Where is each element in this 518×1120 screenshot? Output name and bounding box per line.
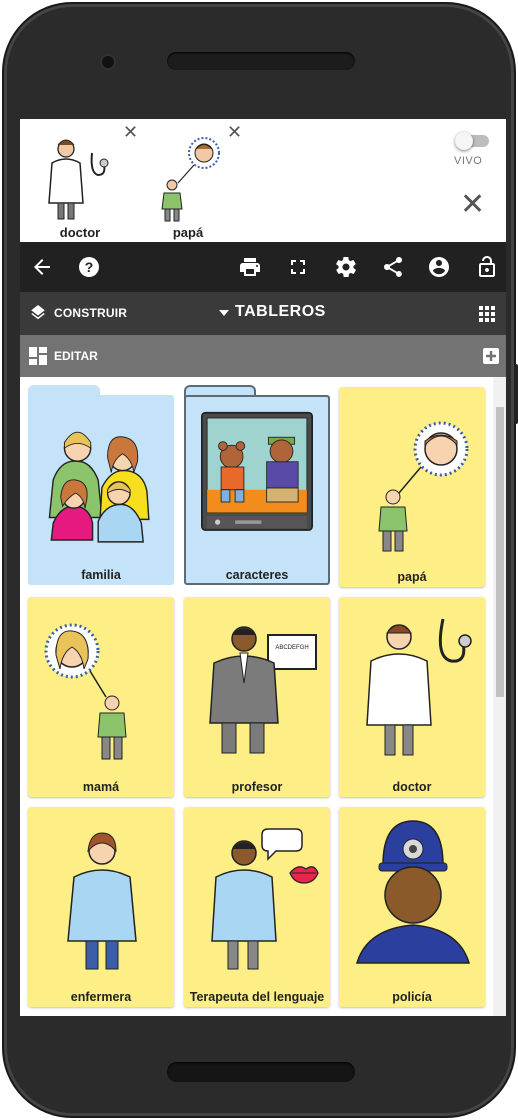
- lock-icon[interactable]: [475, 255, 499, 279]
- caret-down-icon[interactable]: [219, 310, 229, 316]
- remove-papa-close-icon[interactable]: ✕: [227, 123, 242, 141]
- account-icon[interactable]: [427, 255, 451, 279]
- layers-icon[interactable]: [29, 305, 47, 323]
- live-toggle-label: VIVO: [454, 155, 483, 167]
- toggle-knob: [455, 132, 473, 150]
- alphabet-sign-text: ABCDEFGH: [275, 645, 308, 651]
- live-toggle[interactable]: [455, 132, 489, 150]
- phone-frame: doctor ✕ papá ✕ VIVO ✕ ? CONSTRUIR TABLE…: [2, 2, 518, 1118]
- dashboard-icon[interactable]: [29, 347, 47, 365]
- tv-characters-icon: [201, 411, 313, 531]
- clear-sentence-close-icon[interactable]: ✕: [460, 190, 485, 220]
- apps-grid-icon[interactable]: [479, 306, 495, 322]
- speech-therapist-symbol-icon: [211, 828, 319, 970]
- tile-label: policía: [392, 990, 432, 1004]
- doctor-symbol-icon: [366, 618, 472, 756]
- build-button[interactable]: CONSTRUIR: [54, 306, 127, 320]
- back-arrow-icon[interactable]: [30, 255, 54, 279]
- tile-doctor[interactable]: doctor: [339, 597, 485, 797]
- volume-button: [514, 364, 518, 424]
- edit-bar: EDITAR: [20, 335, 506, 377]
- edit-button[interactable]: EDITAR: [54, 349, 98, 363]
- sentence-item-doctor[interactable]: doctor: [25, 125, 135, 240]
- papa-symbol-icon: [161, 137, 220, 222]
- nurse-symbol-icon: [67, 832, 137, 970]
- print-icon[interactable]: [238, 255, 262, 279]
- bottom-speaker: [167, 1062, 355, 1082]
- sentence-bar[interactable]: doctor ✕ papá ✕ VIVO ✕: [20, 119, 506, 242]
- tile-caracteres[interactable]: caracteres: [184, 385, 330, 585]
- papa-symbol-icon: [378, 421, 469, 552]
- tile-mama[interactable]: mamá: [28, 597, 174, 797]
- share-icon[interactable]: [381, 255, 405, 279]
- board-grid: familia caracteres papá mamá ABCDEFGH pr…: [20, 377, 506, 1016]
- help-icon[interactable]: ?: [77, 255, 101, 279]
- tile-policia[interactable]: policía: [339, 807, 485, 1007]
- tile-label: caracteres: [225, 568, 289, 582]
- sentence-item-papa[interactable]: papá: [133, 125, 243, 240]
- earpiece-speaker: [167, 52, 355, 70]
- tile-label: doctor: [392, 780, 432, 794]
- police-symbol-icon: [355, 820, 471, 964]
- tile-label: mamá: [82, 780, 120, 794]
- settings-gear-icon[interactable]: [334, 255, 358, 279]
- tile-label: papá: [397, 570, 427, 584]
- boards-dropdown[interactable]: TABLEROS: [235, 303, 326, 321]
- mama-symbol-icon: [44, 623, 127, 760]
- family-icon: [48, 431, 150, 543]
- fullscreen-icon[interactable]: [286, 255, 310, 279]
- tile-terapeuta-del-lenguaje[interactable]: Terapeuta del lenguaje: [184, 807, 330, 1007]
- tile-label: Terapeuta del lenguaje: [189, 990, 325, 1004]
- tile-enfermera[interactable]: enfermera: [28, 807, 174, 1007]
- add-tile-icon[interactable]: [483, 348, 499, 364]
- doctor-symbol-icon: [48, 139, 109, 220]
- tile-label: enfermera: [70, 990, 132, 1004]
- tile-profesor[interactable]: ABCDEFGH profesor: [184, 597, 330, 797]
- tile-label: familia: [81, 568, 121, 582]
- top-toolbar: ?: [20, 242, 506, 292]
- sentence-item-label: papá: [172, 225, 204, 240]
- front-camera: [102, 56, 114, 68]
- tile-label: profesor: [231, 780, 283, 794]
- sentence-item-label: doctor: [59, 225, 101, 240]
- svg-text:?: ?: [85, 259, 94, 275]
- tile-papa[interactable]: papá: [339, 387, 485, 587]
- teacher-symbol-icon: ABCDEFGH: [209, 626, 317, 754]
- board-nav-bar: CONSTRUIR TABLEROS: [20, 292, 506, 335]
- app-screen: doctor ✕ papá ✕ VIVO ✕ ? CONSTRUIR TABLE…: [20, 119, 506, 1016]
- tile-familia[interactable]: familia: [28, 385, 174, 585]
- scrollbar-thumb[interactable]: [496, 407, 504, 697]
